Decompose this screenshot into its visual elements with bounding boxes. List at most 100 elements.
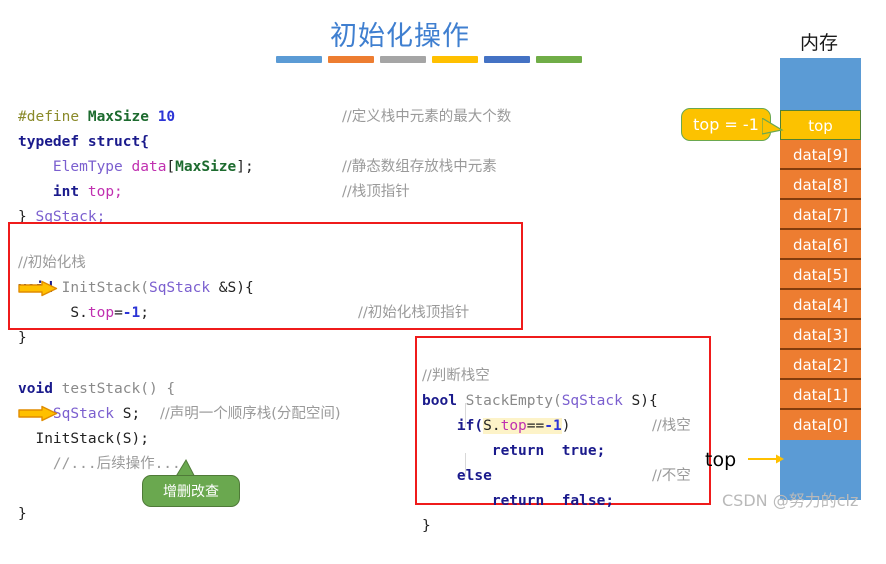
- bool-keyword: bool: [422, 393, 457, 409]
- memory-cell-label: top: [808, 117, 833, 135]
- memory-column: top data[9] data[8] data[7] data[6] data…: [780, 58, 861, 500]
- bracket-close: ];: [236, 159, 254, 175]
- return-keyword-false: return: [491, 493, 545, 509]
- top-pointer-arrow: [748, 454, 784, 464]
- green-callout: 增删改查: [142, 475, 240, 507]
- data-member: data: [131, 159, 167, 175]
- stack-empty-comment-notempty: //不空: [652, 439, 691, 514]
- test-stack-code: void testStack() { SqStack S; InitStack(…: [18, 352, 181, 552]
- macro-name: MaxSize: [87, 109, 149, 125]
- accent-segment-2: [328, 56, 374, 63]
- memory-cell-label: data[6]: [792, 236, 849, 254]
- test-close-brace: }: [18, 506, 27, 522]
- accent-segment-4: [432, 56, 478, 63]
- comment-stack-not-empty: //不空: [652, 468, 691, 484]
- test-stack-inline-comment: //声明一个顺序栈(分配空间): [160, 377, 341, 452]
- page-title: 初始化操作: [330, 21, 470, 52]
- init-close-brace: }: [18, 330, 27, 346]
- return-keyword-true: return: [491, 443, 545, 459]
- false-literal: false;: [561, 493, 615, 509]
- top-pointer-label: top: [705, 449, 737, 471]
- bracket-open: [: [166, 159, 176, 175]
- if-top-member: top: [500, 418, 527, 434]
- memory-heading: 内存: [800, 32, 839, 54]
- comment-init-stack: //初始化栈: [18, 255, 86, 271]
- initstack-fn-name: InitStack(: [61, 280, 149, 296]
- sqstack-local-var: S;: [114, 406, 141, 422]
- accent-segment-3: [380, 56, 426, 63]
- sqstack-param-type: SqStack: [148, 280, 211, 296]
- if-keyword: if(: [456, 418, 484, 434]
- true-literal: true;: [561, 443, 606, 459]
- sqstack-arg-type: SqStack: [561, 393, 623, 409]
- accent-segment-6: [536, 56, 582, 63]
- stackempty-close-brace: }: [422, 518, 431, 534]
- memory-cell-data7: data[7]: [780, 200, 861, 230]
- memory-cell-label: data[3]: [792, 326, 849, 344]
- csdn-watermark: CSDN @努力的clz: [722, 491, 859, 510]
- sqstack-local-type: SqStack: [52, 406, 115, 422]
- semicolon: ;: [140, 305, 149, 321]
- memory-cell-label: data[4]: [792, 296, 849, 314]
- memory-cell-data9: data[9]: [780, 140, 861, 170]
- assign-op: =: [114, 305, 123, 321]
- memory-cell-top: top: [780, 110, 861, 140]
- stack-empty-code: //判断栈空 bool StackEmpty(SqStack S){ if(S.…: [422, 339, 658, 564]
- if-close-paren: ): [561, 418, 571, 434]
- s-top-member: top: [87, 305, 115, 321]
- accent-segment-5: [484, 56, 530, 63]
- memory-cell-data1: data[1]: [780, 380, 861, 410]
- memory-cell-label: data[9]: [792, 146, 849, 164]
- memory-cell-label: data[7]: [792, 206, 849, 224]
- array-size: MaxSize: [175, 159, 237, 175]
- comment-init-top-pointer: //初始化栈顶指针: [358, 305, 470, 321]
- memory-cell-data4: data[4]: [780, 290, 861, 320]
- elemtype-keyword: ElemType: [52, 159, 123, 175]
- if-minus-one: -1: [544, 418, 562, 434]
- comment-stack-empty: //栈空: [652, 418, 691, 434]
- yellow-block-arrow-test: [18, 405, 58, 422]
- memory-cell-label: data[8]: [792, 176, 849, 194]
- green-callout-label: 增删改查: [163, 484, 219, 500]
- memory-cell-data8: data[8]: [780, 170, 861, 200]
- comment-top: //栈顶指针: [342, 184, 410, 200]
- comment-judge-empty: //判断栈空: [422, 368, 490, 384]
- void-keyword-test: void: [18, 381, 53, 397]
- yellow-block-arrow-init: [18, 280, 58, 297]
- else-keyword: else: [456, 468, 492, 484]
- typedef-struct-line: typedef struct{: [18, 134, 149, 150]
- memory-cell-label: data[5]: [792, 266, 849, 284]
- memory-cell-data0: data[0]: [780, 410, 861, 440]
- macro-value: 10: [157, 109, 176, 125]
- top-value-callout-label: top = -1: [693, 115, 759, 134]
- memory-cell-label: data[1]: [792, 386, 849, 404]
- memory-cell-data3: data[3]: [780, 320, 861, 350]
- top-member: top;: [87, 184, 123, 200]
- equality-op: ==: [526, 418, 545, 434]
- accent-bar: [276, 56, 582, 63]
- comment-follow-up: //...后续操作...: [52, 456, 181, 472]
- memory-cell-free-top: [780, 58, 861, 110]
- stackempty-fn-name: StackEmpty(: [465, 393, 562, 409]
- memory-cell-data2: data[2]: [780, 350, 861, 380]
- int-keyword: int: [52, 184, 80, 200]
- memory-cell-label: data[0]: [792, 416, 849, 434]
- memory-cell-data5: data[5]: [780, 260, 861, 290]
- comment-data: //静态数组存放栈中元素: [342, 159, 497, 175]
- initstack-call: InitStack(S);: [35, 431, 149, 447]
- teststack-fn-name: testStack() {: [61, 381, 176, 397]
- top-value-callout-tail: [762, 118, 784, 135]
- comment-maxsize: //定义栈中元素的最大个数: [342, 109, 512, 125]
- slide-canvas: 初始化操作 #define MaxSize 10 typedef struct{…: [0, 0, 886, 534]
- memory-cell-data6: data[6]: [780, 230, 861, 260]
- define-keyword: #define: [18, 109, 80, 125]
- s-object: S.: [70, 305, 88, 321]
- top-value-callout: top = -1: [681, 108, 771, 141]
- comment-declare-stack: //声明一个顺序栈(分配空间): [160, 406, 341, 422]
- struct-comments: //定义栈中元素的最大个数 //静态数组存放栈中元素 //栈顶指针: [342, 80, 511, 230]
- initstack-param: &S){: [210, 280, 254, 296]
- accent-segment-1: [276, 56, 322, 63]
- if-s-object: S.: [483, 418, 501, 434]
- memory-cell-label: data[2]: [792, 356, 849, 374]
- minus-one-literal: -1: [122, 305, 141, 321]
